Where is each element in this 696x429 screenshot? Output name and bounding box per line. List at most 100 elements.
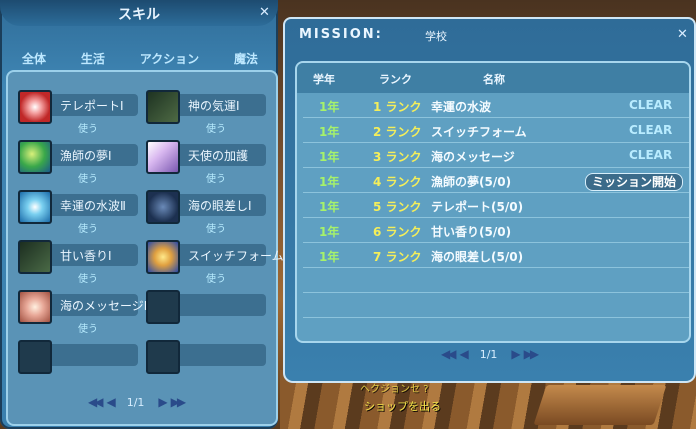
name-cell: 漁師の夢(5/0) [431, 175, 512, 189]
skill-name: 海の眼差しⅠ [188, 199, 252, 213]
empty-slot-icon[interactable] [18, 340, 52, 374]
rank-cell: 6 ランク [373, 225, 422, 239]
use-button[interactable]: 使う [78, 120, 98, 135]
table-row-empty [303, 318, 689, 341]
angel-blessing-icon[interactable] [146, 140, 180, 174]
mission-pager: ◀◀ ◀ 1/1 ▶ ▶▶ [441, 347, 540, 361]
tab-magic[interactable]: 魔法 [226, 50, 266, 67]
use-button[interactable]: 使う [78, 220, 98, 235]
name-cell: テレポート(5/0) [431, 200, 524, 214]
tab-life[interactable]: 生活 [73, 50, 113, 67]
table-row[interactable]: 1年 2 ランク スイッチフォーム CLEAR [303, 118, 689, 143]
skill-slot[interactable]: テレポートⅠ 使う [16, 84, 138, 135]
use-button[interactable]: 使う [206, 270, 226, 285]
skill-slot[interactable]: 天使の加護 使う [144, 134, 266, 185]
rank-cell: 4 ランク [373, 175, 422, 189]
skill-slot[interactable]: 甘い香りⅠ 使う [16, 234, 138, 285]
name-cell: 幸運の水波 [431, 100, 492, 114]
use-button[interactable]: 使う [206, 220, 226, 235]
table-row[interactable]: 1年 3 ランク 海のメッセージ CLEAR [303, 143, 689, 168]
lucky-wave-icon[interactable] [18, 190, 52, 224]
fisher-dream-icon[interactable] [18, 140, 52, 174]
start-mission-button[interactable]: ミッション開始 [584, 173, 683, 191]
grade-cell: 1年 [319, 250, 340, 264]
table-row[interactable]: 1年 7 ランク 海の眼差し(5/0) [303, 243, 689, 268]
name-cell: 海のメッセージ [431, 150, 515, 164]
grade-cell: 1年 [319, 125, 340, 139]
table-row[interactable]: 1年 4 ランク 漁師の夢(5/0) ミッション開始 [303, 168, 689, 193]
skill-window-titlebar[interactable]: スキル [0, 0, 278, 26]
table-row[interactable]: 1年 1 ランク 幸運の水波 CLEAR [303, 93, 689, 118]
column-grade: 学年 [313, 73, 335, 86]
grade-cell: 1年 [319, 150, 340, 164]
close-icon[interactable]: ✕ [259, 5, 270, 20]
teleport-icon[interactable] [18, 90, 52, 124]
grade-cell: 1年 [319, 175, 340, 189]
grade-cell: 1年 [319, 200, 340, 214]
table-row-empty [303, 268, 689, 293]
first-page-icon[interactable]: ◀◀ [441, 347, 457, 361]
skill-list-panel: テレポートⅠ 使う 神の気運Ⅰ 使う 漁師の夢Ⅰ 使う 天使の加護 使う 幸運の… [6, 70, 290, 426]
divine-luck-icon[interactable] [146, 90, 180, 124]
column-name: 名称 [483, 73, 505, 86]
skill-slot-empty[interactable] [144, 284, 266, 328]
table-row[interactable]: 1年 6 ランク 甘い香り(5/0) [303, 218, 689, 243]
next-page-icon[interactable]: ▶ [511, 347, 520, 361]
skill-name: スイッチフォームⅡ [188, 249, 290, 263]
skill-name: テレポートⅠ [60, 99, 124, 113]
skill-window-title: スキル [118, 7, 160, 23]
exit-shop-label[interactable]: ショップを出る [364, 398, 441, 414]
page-indicator: 1/1 [126, 395, 145, 409]
skill-slot[interactable]: 幸運の水波Ⅱ 使う [16, 184, 138, 235]
tab-action[interactable]: アクション [132, 50, 207, 67]
mission-table: 学年 ランク 名称 1年 1 ランク 幸運の水波 CLEAR 1年 2 ランク … [295, 61, 691, 343]
grade-cell: 1年 [319, 225, 340, 239]
first-page-icon[interactable]: ◀◀ [88, 395, 104, 409]
prev-page-icon[interactable]: ◀ [459, 347, 468, 361]
school-desk [533, 385, 667, 425]
mission-window-title: MISSION: [299, 27, 383, 42]
use-button[interactable]: 使う [78, 170, 98, 185]
skill-slot[interactable]: 海の眼差しⅠ 使う [144, 184, 266, 235]
name-cell: 海の眼差し(5/0) [431, 250, 524, 264]
sweet-scent-icon[interactable] [18, 240, 52, 274]
skill-window: スキル ✕ 全体 生活 アクション 魔法 テレポートⅠ 使う 神の気運Ⅰ 使う [0, 0, 290, 429]
switch-form-icon[interactable] [146, 240, 180, 274]
mission-location: 学校 [425, 30, 447, 43]
empty-slot-icon[interactable] [146, 340, 180, 374]
skill-pager: ◀◀ ◀ 1/1 ▶ ▶▶ [88, 395, 187, 409]
skill-name: 天使の加護 [188, 149, 249, 163]
use-button[interactable]: 使う [78, 270, 98, 285]
clear-status: CLEAR [629, 148, 673, 162]
use-button[interactable]: 使う [206, 170, 226, 185]
last-page-icon[interactable]: ▶▶ [171, 395, 187, 409]
rank-cell: 7 ランク [373, 250, 422, 264]
name-cell: スイッチフォーム [431, 125, 527, 139]
mission-window: MISSION: 学校 ✕ 学年 ランク 名称 1年 1 ランク 幸運の水波 C… [283, 17, 696, 383]
skill-name: 幸運の水波Ⅱ [60, 199, 126, 213]
skill-slot[interactable]: 漁師の夢Ⅰ 使う [16, 134, 138, 185]
sea-gaze-icon[interactable] [146, 190, 180, 224]
next-page-icon[interactable]: ▶ [158, 395, 167, 409]
skill-slot[interactable]: スイッチフォームⅡ 使う [144, 234, 290, 285]
skill-slot-empty[interactable] [144, 334, 266, 378]
name-cell: 甘い香り(5/0) [431, 225, 512, 239]
skill-name: 神の気運Ⅰ [188, 99, 240, 113]
skill-slot[interactable]: 海のメッセージⅡ 使う [16, 284, 150, 335]
table-row[interactable]: 1年 5 ランク テレポート(5/0) [303, 193, 689, 218]
page-indicator: 1/1 [479, 347, 498, 361]
skill-name: 甘い香りⅠ [60, 249, 112, 263]
rank-cell: 3 ランク [373, 150, 422, 164]
use-button[interactable]: 使う [206, 120, 226, 135]
close-icon[interactable]: ✕ [677, 27, 688, 42]
skill-name: 漁師の夢Ⅰ [60, 149, 112, 163]
use-button[interactable]: 使う [78, 320, 98, 335]
sea-message-icon[interactable] [18, 290, 52, 324]
last-page-icon[interactable]: ▶▶ [524, 347, 540, 361]
skill-slot-empty[interactable] [16, 334, 138, 378]
empty-slot-icon[interactable] [146, 290, 180, 324]
prev-page-icon[interactable]: ◀ [106, 395, 115, 409]
tab-all[interactable]: 全体 [14, 50, 54, 67]
grade-cell: 1年 [319, 100, 340, 114]
skill-slot[interactable]: 神の気運Ⅰ 使う [144, 84, 266, 135]
